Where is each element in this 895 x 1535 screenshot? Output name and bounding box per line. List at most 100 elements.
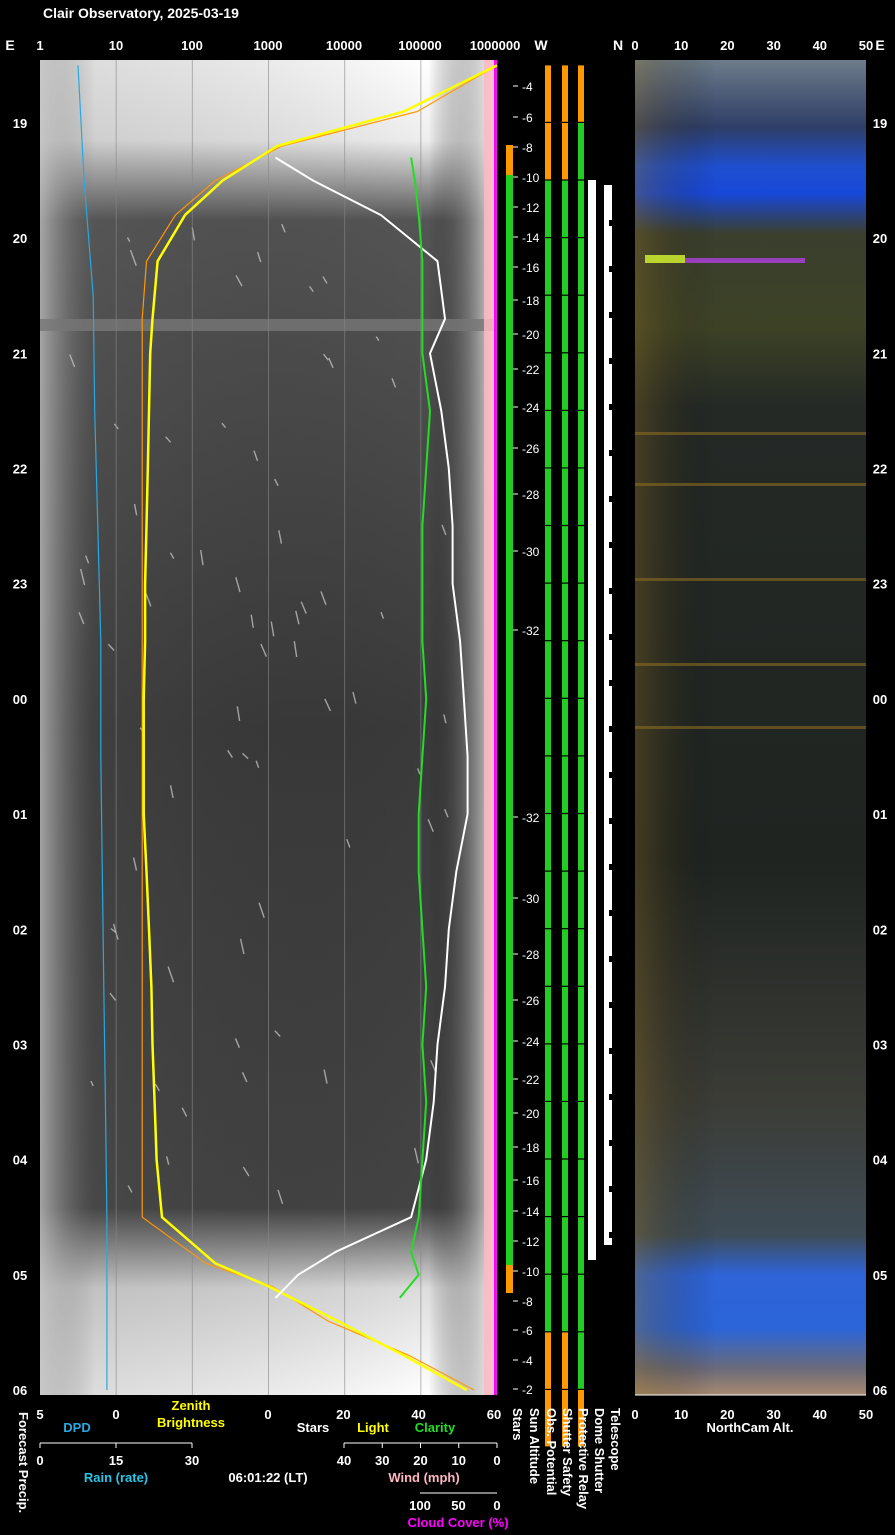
northcam-band	[635, 483, 866, 486]
telescope-gap	[609, 404, 613, 410]
compass-n-label: N	[613, 37, 623, 53]
stars-axis-label: Stars	[297, 1420, 330, 1435]
status-segment-protective-relay	[578, 1217, 584, 1274]
telescope-gap	[609, 312, 613, 318]
time-label-right: 19	[873, 116, 887, 131]
vertical-axis-label: Protective Relay	[576, 1408, 591, 1510]
status-segment-shutter-safety	[562, 353, 568, 410]
telescope-gap	[609, 542, 613, 548]
status-segment-obs-potential	[545, 1332, 551, 1389]
cam-tick-label: 0	[631, 38, 638, 53]
status-segment-shutter-safety	[562, 986, 568, 1044]
sun-altitude-label: -30	[522, 545, 540, 559]
time-label-right: 00	[873, 692, 887, 707]
sun-altitude-label: -20	[522, 1107, 540, 1121]
status-segment-protective-relay	[578, 698, 584, 756]
status-segment-protective-relay	[578, 929, 584, 986]
log-tick-label: 1000	[254, 38, 283, 53]
status-segment-protective-relay	[578, 641, 584, 698]
telescope-gap	[609, 1186, 613, 1192]
sun-altitude-label: -12	[522, 201, 540, 215]
cam-scale-tick: 0	[631, 1407, 638, 1422]
sun-altitude-label: -22	[522, 1073, 540, 1087]
sun-altitude-warn-top	[506, 145, 513, 175]
sun-altitude-label: -10	[522, 1265, 540, 1279]
status-segment-obs-potential	[545, 1274, 551, 1332]
time-label-left: 23	[13, 577, 27, 592]
status-segment-obs-potential	[545, 1102, 551, 1159]
light-axis-label: Light	[357, 1420, 389, 1435]
dpd-axis-label: DPD	[63, 1420, 90, 1435]
status-segment-protective-relay	[578, 411, 584, 468]
status-segment-protective-relay	[578, 1102, 584, 1159]
status-segment-obs-potential	[545, 526, 551, 583]
time-label-left: 04	[13, 1153, 28, 1168]
time-label-right: 20	[873, 231, 887, 246]
telescope-gap	[609, 956, 613, 962]
status-segment-shutter-safety	[562, 526, 568, 583]
telescope-gap	[609, 450, 613, 456]
status-segment-shutter-safety	[562, 583, 568, 641]
status-segment-shutter-safety	[562, 1044, 568, 1101]
status-segment-shutter-safety	[562, 295, 568, 353]
wind-axis-label: Wind (mph)	[388, 1470, 459, 1485]
status-segment-protective-relay	[578, 353, 584, 410]
axis-edge-label: E	[5, 37, 14, 53]
dpd-scale-max: 0	[112, 1407, 119, 1422]
sun-altitude-label: -20	[522, 328, 540, 342]
log-tick-label: 10	[109, 38, 123, 53]
telescope-gap	[609, 634, 613, 640]
sun-altitude-label: -6	[522, 111, 533, 125]
status-segment-shutter-safety	[562, 1332, 568, 1389]
status-segment-obs-potential	[545, 756, 551, 813]
vertical-axis-label: Obs. Potential	[544, 1408, 559, 1495]
status-segment-protective-relay	[578, 295, 584, 353]
time-label-right: 05	[873, 1268, 887, 1283]
time-label-left: 05	[13, 1268, 27, 1283]
sun-altitude-label: -22	[522, 363, 540, 377]
status-segment-shutter-safety	[562, 871, 568, 929]
status-segment-protective-relay	[578, 65, 584, 122]
log-tick-label: 100000	[398, 38, 441, 53]
cloud-scale-tick: 100	[409, 1498, 431, 1513]
time-label-left: 22	[13, 462, 27, 477]
time-label-right: 23	[873, 577, 887, 592]
cloud-scale-tick: 0	[493, 1498, 500, 1513]
telescope-gap	[609, 266, 613, 272]
sun-altitude-label: -28	[522, 948, 540, 962]
status-segment-shutter-safety	[562, 641, 568, 698]
sun-altitude-label: -16	[522, 261, 540, 275]
forecast-precip-label: Forecast Precip.	[16, 1412, 31, 1513]
sun-altitude-label: -32	[522, 811, 540, 825]
wind-scale-tick: 30	[375, 1453, 389, 1468]
vertical-axis-label: Telescope	[608, 1408, 623, 1471]
sun-altitude-label: -12	[522, 1235, 540, 1249]
log-tick-label: 10000	[326, 38, 362, 53]
log-tick-label: 1	[36, 38, 43, 53]
status-segment-shutter-safety	[562, 929, 568, 986]
status-segment-obs-potential	[545, 238, 551, 295]
log-tick-label: 1000000	[470, 38, 521, 53]
telescope-gap	[609, 680, 613, 686]
status-segment-shutter-safety	[562, 1102, 568, 1159]
cam-scale-tick: 40	[813, 1407, 827, 1422]
cloud-strip	[484, 60, 494, 1395]
rain-scale-tick: 30	[185, 1453, 199, 1468]
sun-altitude-label: -4	[522, 80, 533, 94]
stars-scale-tick: 60	[487, 1407, 501, 1422]
northcam-purple-streak	[685, 258, 805, 263]
status-segment-shutter-safety	[562, 814, 568, 871]
time-label-right: 21	[873, 346, 887, 361]
cam-tick-label: 40	[813, 38, 827, 53]
status-segment-protective-relay	[578, 123, 584, 180]
sun-altitude-label: -30	[522, 892, 540, 906]
sun-altitude-label: -32	[522, 624, 540, 638]
axis-edge-label-right: E	[875, 37, 884, 53]
sun-altitude-label: -10	[522, 171, 540, 185]
time-label-right: 01	[873, 807, 887, 822]
cloud-axis-label: Cloud Cover (%)	[407, 1515, 508, 1530]
northcam-axis-label: NorthCam Alt.	[707, 1420, 794, 1435]
cam-tick-label: 30	[766, 38, 780, 53]
sun-altitude-label: -6	[522, 1324, 533, 1338]
status-segment-shutter-safety	[562, 238, 568, 295]
